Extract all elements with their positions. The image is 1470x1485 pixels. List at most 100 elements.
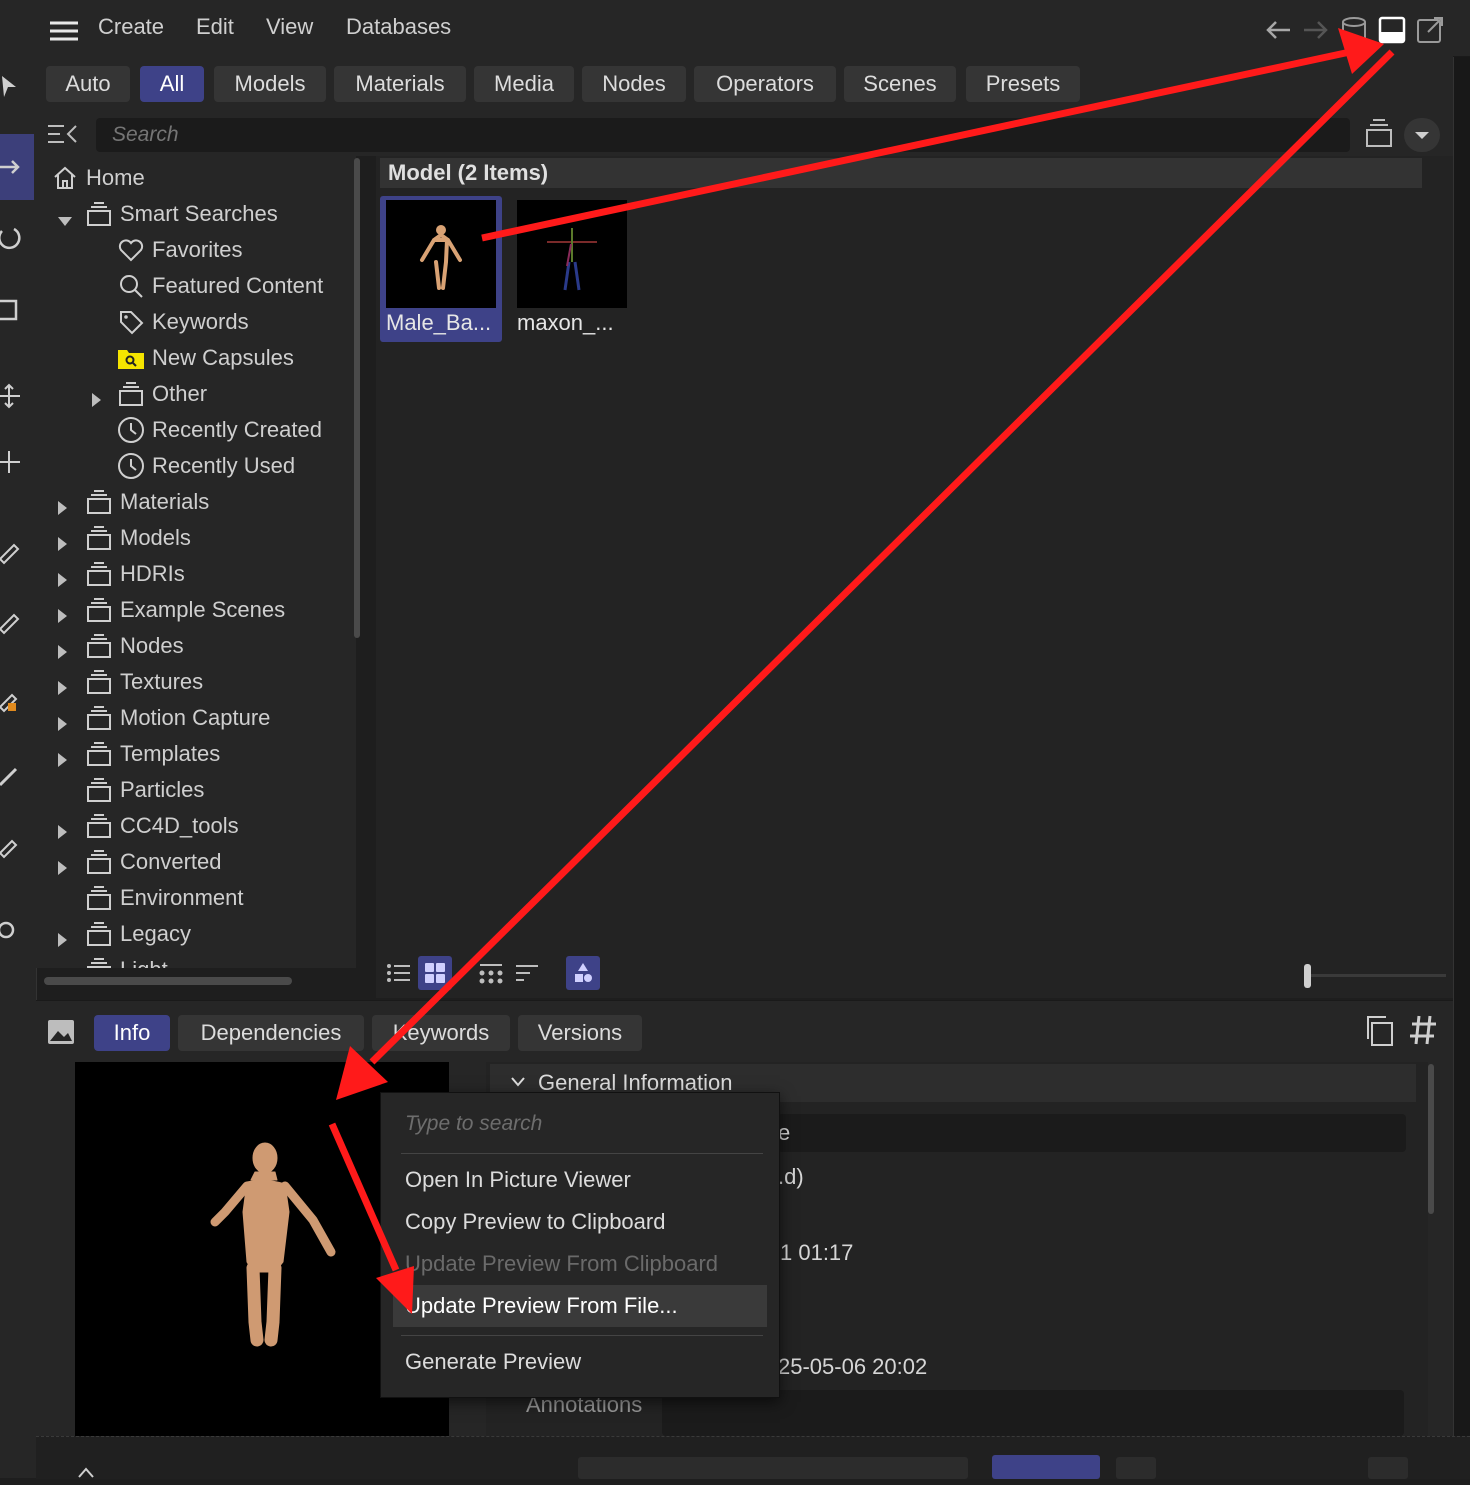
search-input[interactable] xyxy=(96,118,1350,152)
sketch-tool-icon[interactable] xyxy=(0,816,34,876)
chevron-right-icon[interactable] xyxy=(58,711,68,731)
chevron-right-icon[interactable] xyxy=(58,675,68,695)
tab-materials[interactable]: Materials xyxy=(334,66,466,102)
brush-tool-icon[interactable] xyxy=(0,900,34,960)
menu-view[interactable]: View xyxy=(266,14,313,40)
tree-item-motion-capture[interactable]: Motion Capture xyxy=(84,700,270,736)
tree-item-recently-created[interactable]: Recently Created xyxy=(116,412,322,448)
asset-type-filter-icon[interactable] xyxy=(566,956,600,990)
forward-arrow-icon[interactable] xyxy=(1302,18,1330,48)
record-button[interactable] xyxy=(1368,1457,1408,1479)
chevron-right-icon[interactable] xyxy=(58,567,68,587)
spline-pen-icon[interactable] xyxy=(0,590,34,650)
tree-item-featured-content[interactable]: Featured Content xyxy=(116,268,323,304)
group-header[interactable]: Model (2 Items) xyxy=(380,158,1422,188)
menu-edit[interactable]: Edit xyxy=(196,14,234,40)
list-view-icon[interactable] xyxy=(386,962,412,990)
tab-models[interactable]: Models xyxy=(214,66,326,102)
chevron-right-icon[interactable] xyxy=(58,639,68,659)
menu-item-update-preview-from-file[interactable]: Update Preview From File... xyxy=(393,1285,767,1327)
tree-item-recently-used[interactable]: Recently Used xyxy=(116,448,295,484)
grid-view-icon[interactable] xyxy=(418,956,452,990)
tree-item-example-scenes[interactable]: Example Scenes xyxy=(84,592,285,628)
chevron-right-icon[interactable] xyxy=(58,531,68,551)
chevron-right-icon[interactable] xyxy=(58,495,68,515)
image-icon[interactable] xyxy=(46,1017,76,1053)
properties-scrollbar[interactable] xyxy=(1428,1064,1434,1214)
context-menu-search-input[interactable]: Type to search xyxy=(381,1093,777,1153)
chevron-right-icon[interactable] xyxy=(58,603,68,623)
tree-item-materials[interactable]: Materials xyxy=(84,484,209,520)
chevron-up-icon[interactable] xyxy=(76,1459,96,1485)
tree-item-cc4d-tools[interactable]: CC4D_tools xyxy=(84,808,239,844)
tree-item-textures[interactable]: Textures xyxy=(84,664,203,700)
menu-create[interactable]: Create xyxy=(98,14,164,40)
chevron-right-icon[interactable] xyxy=(58,747,68,767)
axis-tool-icon[interactable] xyxy=(0,432,34,492)
tab-scenes[interactable]: Scenes xyxy=(844,66,956,102)
select-tool-icon[interactable] xyxy=(0,56,34,116)
knife-tool-icon[interactable] xyxy=(0,746,34,806)
key-control[interactable] xyxy=(1116,1457,1156,1479)
tree-item-keywords[interactable]: Keywords xyxy=(116,304,249,340)
tree-item-favorites[interactable]: Favorites xyxy=(116,232,242,268)
tab-info[interactable]: Info xyxy=(94,1015,170,1051)
asset-thumbnail-male-base[interactable]: Male_Ba... xyxy=(380,196,502,342)
tree-item-converted[interactable]: Converted xyxy=(84,844,222,880)
tree-item-other[interactable]: Other xyxy=(116,376,207,412)
tree-vertical-scrollbar[interactable] xyxy=(354,158,360,638)
pen-tool-icon[interactable] xyxy=(0,520,34,580)
open-external-icon[interactable] xyxy=(1416,16,1444,50)
tree-item-nodes[interactable]: Nodes xyxy=(84,628,184,664)
tree-item-models[interactable]: Models xyxy=(84,520,191,556)
thumbnail-size-slider-handle[interactable] xyxy=(1304,964,1311,988)
menu-item-open-in-picture-viewer[interactable]: Open In Picture Viewer xyxy=(393,1159,767,1201)
transform-tool-icon[interactable] xyxy=(0,366,34,426)
chevron-right-icon[interactable] xyxy=(58,855,68,875)
spline-object-icon[interactable] xyxy=(0,670,34,730)
playback-controls[interactable] xyxy=(578,1457,968,1479)
group-view-icon[interactable] xyxy=(478,962,504,990)
tree-item-home[interactable]: Home xyxy=(50,160,145,196)
scale-tool-icon[interactable] xyxy=(0,280,34,340)
sort-icon[interactable] xyxy=(514,962,540,990)
rotate-tool-icon[interactable] xyxy=(0,208,34,268)
chevron-right-icon[interactable] xyxy=(58,927,68,947)
hash-icon[interactable] xyxy=(1408,1013,1438,1053)
search-options-dropdown[interactable] xyxy=(1404,118,1440,152)
database-cylinder-icon[interactable] xyxy=(1340,16,1368,50)
copy-icon[interactable] xyxy=(1364,1015,1394,1053)
tree-item-light[interactable]: Light xyxy=(84,952,168,968)
tree-item-legacy[interactable]: Legacy xyxy=(84,916,191,952)
tab-nodes[interactable]: Nodes xyxy=(582,66,686,102)
chevron-right-icon[interactable] xyxy=(58,819,68,839)
collapse-sidebar-icon[interactable] xyxy=(46,122,78,152)
tab-operators[interactable]: Operators xyxy=(694,66,836,102)
tab-all[interactable]: All xyxy=(140,66,204,102)
back-arrow-icon[interactable] xyxy=(1264,18,1292,48)
tab-keywords[interactable]: Keywords xyxy=(372,1015,510,1051)
tree-horizontal-scrollbar[interactable] xyxy=(44,977,292,985)
hamburger-menu-icon[interactable] xyxy=(50,20,78,48)
chevron-down-icon[interactable] xyxy=(58,207,72,226)
tab-versions[interactable]: Versions xyxy=(518,1015,642,1051)
tab-auto[interactable]: Auto xyxy=(46,66,130,102)
tab-media[interactable]: Media xyxy=(474,66,574,102)
move-tool-icon[interactable] xyxy=(0,134,34,200)
tree-item-new-capsules[interactable]: New Capsules xyxy=(116,340,294,376)
tree-item-particles[interactable]: Particles xyxy=(84,772,204,808)
tree-item-environment[interactable]: Environment xyxy=(84,880,244,916)
database-stack-icon[interactable] xyxy=(1364,118,1394,156)
tab-dependencies[interactable]: Dependencies xyxy=(178,1015,364,1051)
tree-item-hdris[interactable]: HDRIs xyxy=(84,556,185,592)
menu-item-generate-preview[interactable]: Generate Preview xyxy=(393,1341,767,1383)
toggle-info-panel-icon[interactable] xyxy=(1378,16,1406,50)
menu-item-copy-preview-to-clipboard[interactable]: Copy Preview to Clipboard xyxy=(393,1201,767,1243)
record-controls[interactable] xyxy=(992,1455,1100,1479)
chevron-right-icon[interactable] xyxy=(92,387,102,407)
name-field[interactable] xyxy=(778,1114,1406,1152)
menu-databases[interactable]: Databases xyxy=(346,14,451,40)
thumbnail-size-slider[interactable] xyxy=(1304,974,1446,977)
asset-thumbnail-maxon[interactable]: maxon_... xyxy=(511,196,633,342)
tab-presets[interactable]: Presets xyxy=(966,66,1080,102)
